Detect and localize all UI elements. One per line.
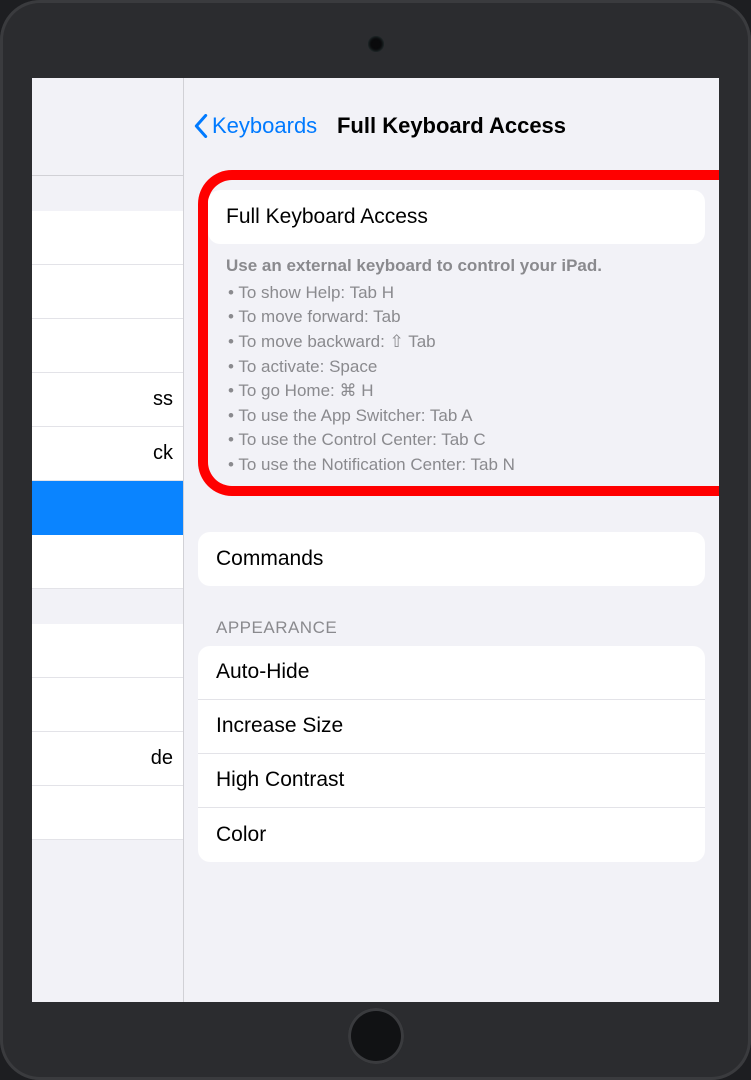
sidebar-item[interactable] (32, 624, 183, 678)
commands-group: Commands (198, 532, 705, 586)
help-line: To move forward: Tab (228, 305, 687, 330)
screen: ss ck de Keyboards (32, 78, 719, 1002)
sidebar-item[interactable]: ss (32, 373, 183, 427)
ipad-frame: ss ck de Keyboards (0, 0, 751, 1080)
auto-hide-row[interactable]: Auto-Hide (198, 646, 705, 700)
annotation-highlight: Full Keyboard Access Use an external key… (198, 170, 719, 496)
cell-label: Color (216, 823, 266, 847)
sidebar-item-selected[interactable] (32, 481, 183, 535)
help-line: To activate: Space (228, 355, 687, 380)
color-row[interactable]: Color (198, 808, 705, 862)
help-line: To use the Notification Center: Tab N (228, 453, 687, 478)
sidebar-item[interactable]: ck (32, 427, 183, 481)
sidebar-item[interactable] (32, 265, 183, 319)
appearance-group: Auto-Hide Increase Size High Contrast Co… (198, 646, 705, 862)
high-contrast-row[interactable]: High Contrast (198, 754, 705, 808)
appearance-header: APPEARANCE (198, 586, 705, 646)
help-line: To show Help: Tab H (228, 281, 687, 306)
cell-label: Full Keyboard Access (226, 205, 428, 229)
help-line: To use the App Switcher: Tab A (228, 404, 687, 429)
nav-bar: Keyboards Full Keyboard Access (184, 78, 719, 152)
help-line: To move backward: ⇧ Tab (228, 330, 687, 355)
sidebar-item[interactable] (32, 211, 183, 265)
back-button[interactable]: Keyboards (194, 113, 317, 139)
cell-label: Increase Size (216, 714, 343, 738)
page-title: Full Keyboard Access (337, 113, 566, 139)
sidebar-item[interactable] (32, 535, 183, 589)
help-line: To go Home: ⌘ H (228, 379, 687, 404)
cell-label: High Contrast (216, 768, 344, 792)
help-lead: Use an external keyboard to control your… (226, 254, 687, 279)
home-button[interactable] (348, 1008, 404, 1064)
detail-pane: Keyboards Full Keyboard Access Full Keyb… (184, 78, 719, 1002)
chevron-left-icon (194, 114, 208, 138)
front-camera (368, 36, 384, 52)
cell-label: Commands (216, 547, 323, 571)
increase-size-row[interactable]: Increase Size (198, 700, 705, 754)
sidebar-item[interactable]: de (32, 732, 183, 786)
sidebar-header (32, 78, 183, 176)
content-scroll[interactable]: Full Keyboard Access Use an external key… (184, 152, 719, 1002)
help-line: To use the Control Center: Tab C (228, 428, 687, 453)
full-keyboard-access-toggle-row[interactable]: Full Keyboard Access (208, 190, 705, 244)
sidebar-group: de (32, 624, 183, 840)
back-label: Keyboards (212, 113, 317, 139)
sidebar-group: ss ck (32, 211, 183, 589)
help-list: To show Help: Tab H To move forward: Tab… (226, 281, 687, 478)
commands-row[interactable]: Commands (198, 532, 705, 586)
settings-sidebar: ss ck de (32, 78, 184, 1002)
full-keyboard-access-group: Full Keyboard Access (208, 190, 705, 244)
sidebar-item[interactable] (32, 319, 183, 373)
help-footer: Use an external keyboard to control your… (208, 244, 705, 478)
sidebar-item[interactable] (32, 786, 183, 840)
cell-label: Auto-Hide (216, 660, 309, 684)
sidebar-item[interactable] (32, 678, 183, 732)
